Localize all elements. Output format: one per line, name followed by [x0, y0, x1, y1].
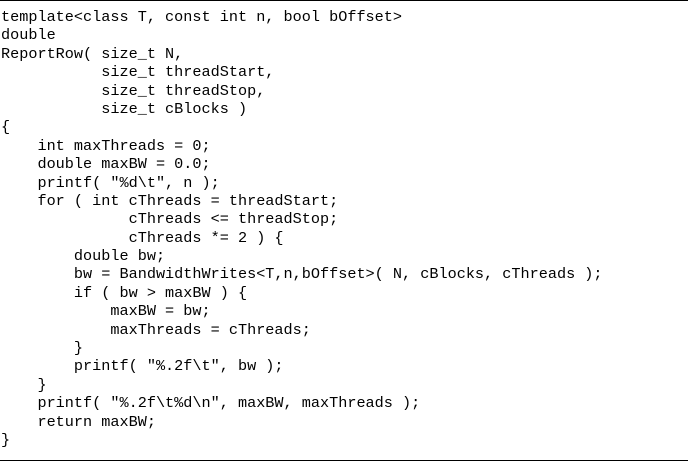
code-line: size_t threadStop,	[1, 81, 266, 100]
code-listing: template<class T, const int n, bool bOff…	[0, 0, 688, 461]
code-line: double maxBW = 0.0;	[1, 155, 211, 174]
code-line: for ( int cThreads = threadStart;	[1, 191, 339, 210]
code-line: }	[1, 375, 47, 394]
code-line: double bw;	[1, 247, 166, 266]
code-line: printf( "%.2f\t", bw );	[1, 357, 284, 376]
code-line: maxBW = bw;	[1, 302, 211, 321]
code-line: cThreads <= threadStop;	[1, 210, 339, 229]
code-line: printf( "%d\t", n );	[1, 173, 220, 192]
code-line: cThreads *= 2 ) {	[1, 228, 284, 247]
code-line: bw = BandwidthWrites<T,n,bOffset>( N, cB…	[1, 265, 603, 284]
code-line: printf( "%.2f\t%d\n", maxBW, maxThreads …	[1, 394, 421, 413]
code-line: maxThreads = cThreads;	[1, 320, 311, 339]
code-lines: template<class T, const int n, bool bOff…	[1, 8, 603, 449]
code-line: template<class T, const int n, bool bOff…	[1, 8, 403, 26]
code-line: return maxBW;	[1, 412, 156, 431]
code-line: double	[1, 26, 56, 45]
code-line: {	[1, 118, 11, 137]
code-line: size_t cBlocks )	[1, 99, 248, 118]
code-line: }	[1, 339, 84, 358]
code-line: int maxThreads = 0;	[1, 136, 211, 155]
code-line: }	[1, 430, 11, 449]
code-line: if ( bw > maxBW ) {	[1, 283, 248, 302]
code-line: ReportRow( size_t N,	[1, 44, 184, 63]
code-line: size_t threadStart,	[1, 63, 275, 82]
